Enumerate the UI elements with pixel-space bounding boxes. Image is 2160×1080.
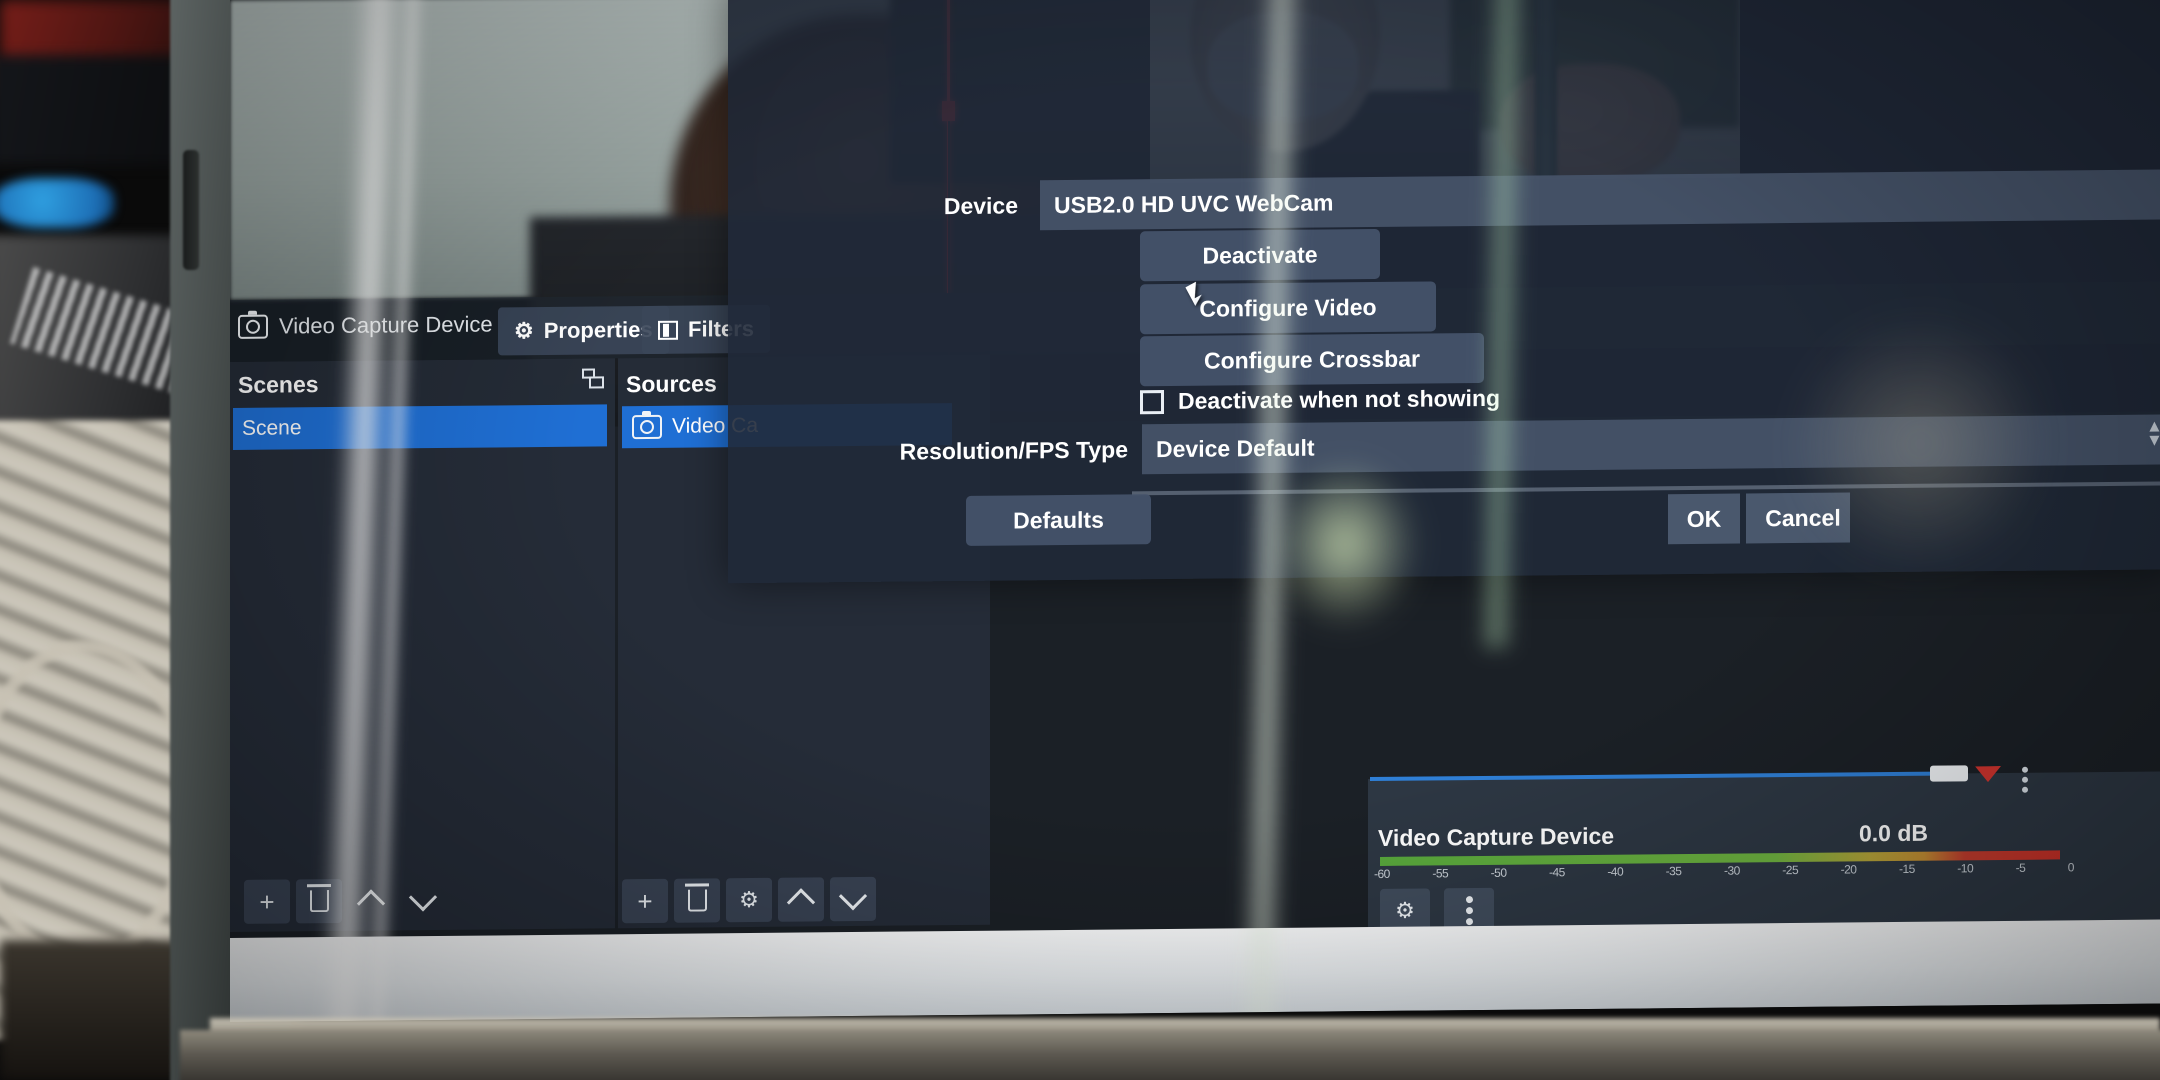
- deactivate-button[interactable]: Deactivate: [1140, 228, 1380, 282]
- trash-icon: [687, 889, 707, 912]
- scale-tick: -35: [1665, 864, 1682, 879]
- scenes-dock-title: Scenes: [238, 371, 319, 398]
- sources-dock-footer: + ⚙: [622, 870, 876, 930]
- resolution-fps-row: Resolution/FPS Type Device Default: [736, 414, 2160, 478]
- scale-tick: -60: [1374, 866, 1390, 882]
- kebab-menu-icon: [1465, 895, 1473, 925]
- move-scene-up-button[interactable]: [348, 878, 394, 922]
- move-source-up-button[interactable]: [778, 877, 824, 922]
- scale-tick: -15: [1898, 861, 1915, 876]
- resolution-fps-label: Resolution/FPS Type: [899, 435, 1128, 465]
- scene-list-item[interactable]: Scene: [233, 404, 607, 450]
- gears-icon: ⚙: [1395, 897, 1415, 923]
- scale-tick: -45: [1548, 865, 1565, 880]
- filters-icon: [658, 320, 678, 340]
- laptop-side-button[interactable]: [183, 150, 199, 270]
- chevron-up-icon: [786, 888, 816, 917]
- cancel-button[interactable]: Cancel: [1746, 492, 1850, 544]
- remove-scene-button[interactable]: [296, 878, 342, 924]
- scale-tick: -20: [1840, 862, 1857, 877]
- deactivate-when-not-showing-checkbox[interactable]: [1140, 389, 1164, 414]
- deactivate-when-not-showing-label: Deactivate when not showing: [1178, 384, 1501, 414]
- chevron-updown-icon[interactable]: ▲ ▼: [2146, 416, 2160, 449]
- scale-tick: -30: [1723, 863, 1740, 878]
- move-source-down-button[interactable]: [830, 876, 876, 922]
- ok-button[interactable]: OK: [1668, 493, 1740, 545]
- scale-tick: -50: [1490, 865, 1507, 880]
- scale-tick: -5: [2015, 860, 2026, 875]
- scale-tick: -10: [1957, 861, 1974, 876]
- add-source-button[interactable]: +: [622, 878, 668, 924]
- configure-video-button[interactable]: Configure Video: [1140, 281, 1436, 335]
- configure-crossbar-button[interactable]: Configure Crossbar: [1140, 332, 1484, 387]
- gear-icon: ⚙: [739, 886, 759, 913]
- chevron-down-icon: [838, 882, 868, 911]
- undock-icon[interactable]: [582, 368, 606, 390]
- audio-channel-name: Video Capture Device: [1378, 822, 1615, 851]
- audio-channel-db: 0.0 dB: [1859, 819, 1929, 847]
- scale-tick: -55: [1432, 866, 1449, 881]
- device-select[interactable]: USB2.0 HD UVC WebCam: [1040, 168, 2160, 231]
- laptop-screen: Video Capture Device ⚙ Properties Filter…: [230, 0, 2160, 1022]
- scale-tick: -25: [1782, 862, 1799, 878]
- device-row: Device USB2.0 HD UVC WebCam: [848, 168, 2160, 232]
- camera-icon: [632, 414, 662, 440]
- photograph-of-laptop-screen: Video Capture Device ⚙ Properties Filter…: [0, 0, 2160, 1080]
- resolution-fps-select[interactable]: Device Default: [1142, 414, 2160, 475]
- defaults-button[interactable]: Defaults: [966, 494, 1151, 546]
- volume-slider-handle[interactable]: [1930, 765, 1968, 782]
- chevron-up-icon: [356, 889, 386, 918]
- scenes-dock-footer: +: [244, 871, 446, 931]
- deactivate-when-not-showing-row[interactable]: Deactivate when not showing: [1140, 385, 1500, 415]
- selected-source-label-row: Video Capture Device: [238, 311, 493, 339]
- windows-taskbar: 31°C อากาศแจ่มใส IA: [230, 919, 2160, 1022]
- add-scene-button[interactable]: +: [244, 879, 290, 924]
- device-label: Device: [943, 191, 1018, 219]
- selected-source-name: Video Capture Device: [279, 311, 493, 339]
- kebab-menu-icon[interactable]: [2022, 766, 2028, 793]
- trash-icon: [309, 890, 329, 913]
- sources-dock-title: Sources: [626, 370, 717, 398]
- move-scene-down-button[interactable]: [400, 878, 446, 922]
- scale-tick: -40: [1607, 864, 1624, 879]
- background-blue-item: [0, 178, 114, 228]
- video-capture-device-properties-dialog: Device USB2.0 HD UVC WebCam Deactivate C…: [728, 0, 2160, 584]
- gear-icon: ⚙: [514, 318, 534, 344]
- source-properties-button[interactable]: ⚙: [726, 877, 772, 923]
- remove-source-button[interactable]: [674, 878, 720, 923]
- scene-item-label: Scene: [242, 416, 302, 440]
- dialog-divider: [1132, 481, 2160, 496]
- camera-icon: [238, 314, 268, 339]
- chevron-down-icon: [408, 883, 438, 912]
- properties-button-label: Properties: [543, 316, 653, 343]
- scale-tick: 0: [2067, 860, 2074, 875]
- laptop-bottom-bezel: [180, 1030, 2160, 1080]
